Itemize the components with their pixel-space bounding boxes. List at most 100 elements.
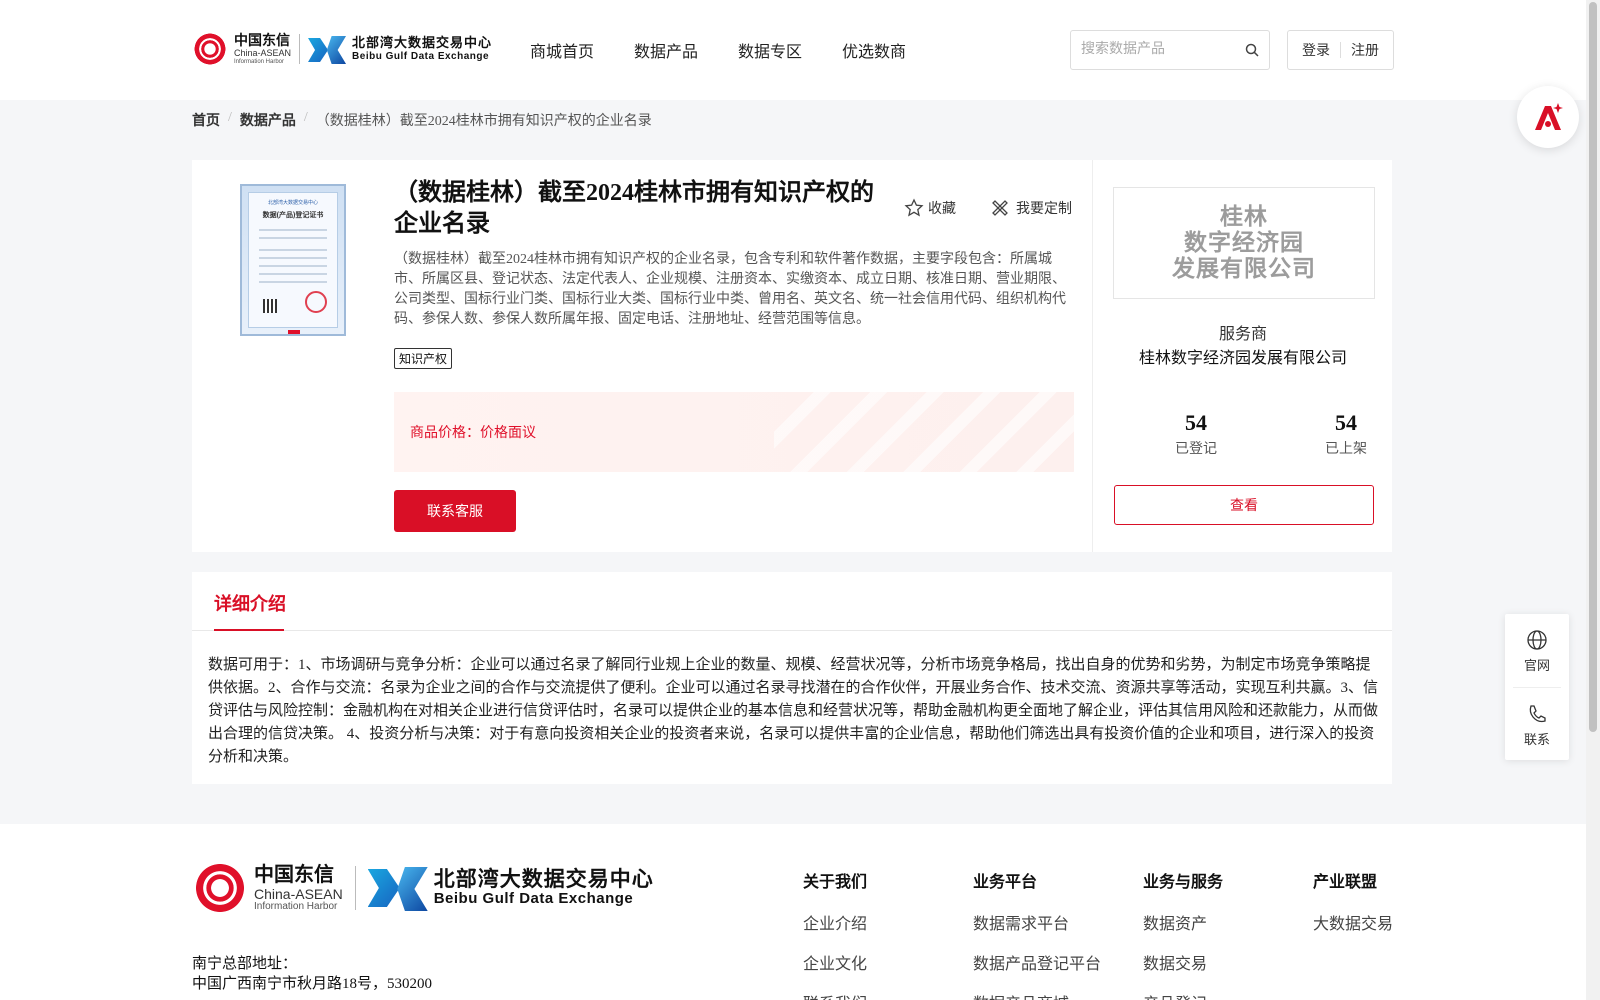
listed-stat: 54 已上架 [1296, 410, 1396, 458]
star-icon [904, 198, 924, 217]
nav-item-data-zone[interactable]: 数据专区 [738, 38, 802, 62]
ai-assistant-icon [1535, 103, 1563, 130]
footer-link[interactable]: 企业文化 [803, 950, 867, 974]
detail-section: 详细介绍 数据可用于：1、市场调研与竞争分析：企业可以通过名录了解同行业规上企业… [192, 572, 1392, 784]
image-indicator[interactable] [288, 330, 300, 334]
footer-link[interactable]: 产品登记 [1143, 990, 1223, 1000]
website-button[interactable]: 官网 [1505, 618, 1569, 684]
exchange-name-en: Beibu Gulf Data Exchange [352, 50, 490, 62]
footer-col-platform: 业务平台 数据需求平台 数据产品登记平台 数据产品商城 [973, 868, 1101, 1000]
beibu-gulf-logo-icon [367, 865, 428, 911]
nav-item-preferred-vendors[interactable]: 优选数商 [842, 38, 906, 62]
product-card: 北部湾大数据交易中心 数据(产品)登记证书 （数据桂林）截至2024桂林市拥有知… [192, 160, 1392, 552]
price-panel: 商品价格：价格面议 [394, 392, 1074, 472]
registered-label: 已登记 [1175, 442, 1217, 457]
view-provider-button[interactable]: 查看 [1114, 485, 1374, 525]
search-input[interactable] [1081, 40, 1241, 60]
contact-label: 联系 [1523, 731, 1550, 747]
login-button[interactable]: 登录 [1292, 40, 1340, 60]
customize-tools-icon [992, 200, 1008, 216]
footer-col-about: 关于我们 企业介绍 企业文化 联系我们 [803, 868, 867, 1000]
footer-link[interactable]: 数据交易 [1143, 950, 1223, 974]
brand-cn: 中国东信 [234, 32, 290, 48]
footer-link[interactable]: 联系我们 [803, 990, 867, 1000]
detail-tabbar: 详细介绍 [192, 572, 1392, 631]
tab-detail-intro[interactable]: 详细介绍 [214, 590, 286, 616]
footer-col-title: 业务与服务 [1143, 874, 1224, 891]
logo-divider [299, 34, 301, 64]
footer-col-title: 产业联盟 [1313, 874, 1378, 891]
footer-exchange-cn: 北部湾大数据交易中心 [433, 868, 654, 892]
footer-exchange-en: Beibu Gulf Data Exchange [433, 890, 634, 908]
footer-col-title: 业务平台 [973, 874, 1038, 891]
scrollbar-thumb[interactable] [1589, 2, 1597, 732]
contact-button[interactable]: 联系 [1505, 692, 1569, 758]
footer-link[interactable]: 数据产品商城 [973, 990, 1101, 1000]
footer-link[interactable]: 大数据交易 [1313, 910, 1393, 934]
footer: 中国东信 China-ASEAN Information Harbor 北部湾大… [0, 824, 1600, 1000]
phone-icon [1529, 704, 1546, 722]
provider-logo-text: 桂林 数字经济园 发展有限公司 [1172, 204, 1316, 281]
auth-box: 登录 注册 [1287, 30, 1394, 70]
main-nav: 商城首页 数据产品 数据专区 优选数商 [530, 38, 906, 62]
footer-col-alliance: 产业联盟 大数据交易 [1313, 868, 1393, 950]
brand-sub: Information Harbor [234, 59, 285, 65]
nav-item-data-products[interactable]: 数据产品 [634, 38, 698, 62]
breadcrumb-data-products[interactable]: 数据产品 [240, 110, 296, 130]
registered-stat: 54 已登记 [1146, 410, 1246, 458]
exchange-name-cn: 北部湾大数据交易中心 [352, 35, 493, 51]
footer-logo[interactable]: 中国东信 China-ASEAN Information Harbor 北部湾大… [192, 860, 654, 916]
footer-col-services: 业务与服务 数据资产 数据交易 产品登记 [1143, 868, 1223, 1000]
address-label: 南宁总部地址： [192, 956, 298, 972]
red-seal-icon [305, 291, 327, 313]
nav-item-mall-home[interactable]: 商城首页 [530, 38, 594, 62]
footer-brand-cn: 中国东信 [254, 863, 334, 886]
website-label: 官网 [1523, 657, 1550, 673]
favorite-button[interactable]: 收藏 [904, 198, 956, 218]
provider-logo[interactable]: 桂林 数字经济园 发展有限公司 [1113, 187, 1375, 299]
breadcrumb: 首页 / 数据产品 / （数据桂林）截至2024桂林市拥有知识产权的企业名录 [192, 110, 652, 130]
footer-link[interactable]: 数据产品登记平台 [973, 950, 1101, 974]
search-box [1070, 30, 1270, 70]
breadcrumb-separator: / [228, 110, 232, 125]
certificate-image[interactable]: 北部湾大数据交易中心 数据(产品)登记证书 [240, 184, 346, 336]
footer-link[interactable]: 数据需求平台 [973, 910, 1101, 934]
breadcrumb-home[interactable]: 首页 [192, 110, 220, 130]
footer-brand-en: China-ASEAN [254, 885, 343, 902]
globe-icon [1527, 629, 1547, 650]
china-asean-logo-icon [192, 31, 228, 67]
header: 中国东信 China-ASEAN Information Harbor 北部湾大… [0, 0, 1600, 100]
footer-link[interactable]: 数据资产 [1143, 910, 1223, 934]
breadcrumb-current: （数据桂林）截至2024桂林市拥有知识产权的企业名录 [315, 114, 652, 129]
product-tag: 知识产权 [394, 348, 453, 369]
detail-text: 数据可用于：1、市场调研与竞争分析：企业可以通过名录了解同行业规上企业的数量、规… [208, 657, 1379, 765]
customize-button[interactable]: 我要定制 [990, 198, 1072, 218]
product-description: （数据桂林）截至2024桂林市拥有知识产权的企业名录，包含专利和软件著作数据，主… [394, 252, 1066, 327]
favorite-label: 收藏 [928, 202, 956, 217]
search-icon[interactable] [1245, 43, 1259, 57]
qr-code-icon [263, 299, 277, 313]
customize-label: 我要定制 [1016, 202, 1072, 217]
contact-service-button[interactable]: 联系客服 [394, 490, 516, 532]
product-title: （数据桂林）截至2024桂林市拥有知识产权的企业名录 [394, 180, 874, 238]
address-text: 中国广西南宁市秋月路18号，530200 [192, 976, 433, 992]
listed-label: 已上架 [1325, 442, 1367, 457]
brand-en: China-ASEAN [234, 48, 292, 58]
provider-role: 服务商 [1218, 326, 1267, 343]
price-label: 商品价格：价格面议 [410, 426, 536, 441]
page-scrollbar[interactable] [1586, 0, 1600, 1000]
footer-col-title: 关于我们 [803, 874, 868, 891]
beibu-gulf-logo-icon [308, 34, 347, 64]
breadcrumb-separator: / [303, 110, 308, 125]
site-logo[interactable]: 中国东信 China-ASEAN Information Harbor 北部湾大… [192, 28, 492, 70]
footer-brand-sub: Information Harbor [254, 900, 338, 912]
provider-name: 桂林数字经济园发展有限公司 [1138, 350, 1347, 367]
china-asean-logo-icon [192, 860, 248, 916]
register-button[interactable]: 注册 [1341, 40, 1389, 60]
ai-assistant-button[interactable] [1517, 86, 1579, 148]
floating-tools: 官网 联系 [1505, 614, 1569, 760]
certificate-title: 数据(产品)登记证书 [262, 212, 324, 219]
tab-active-indicator [214, 629, 284, 631]
registered-count: 54 [1185, 410, 1207, 435]
footer-link[interactable]: 企业介绍 [803, 910, 867, 934]
